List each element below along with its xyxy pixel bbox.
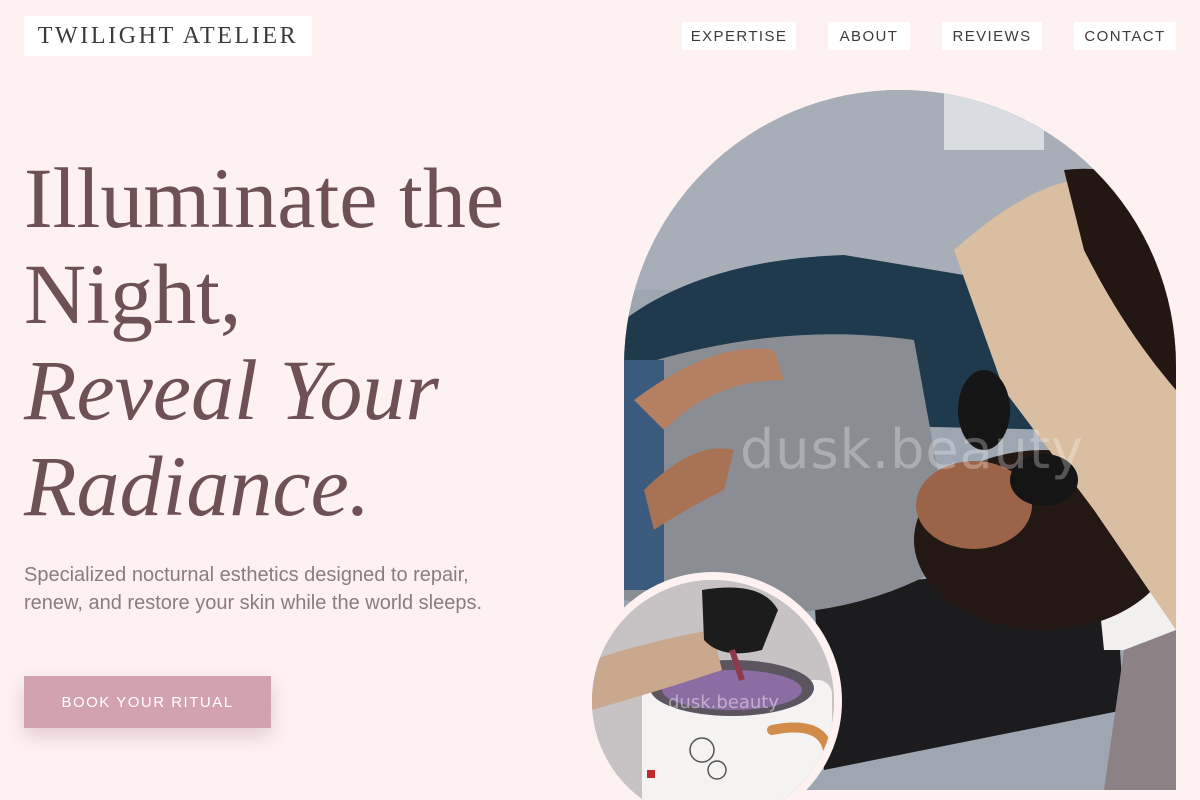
nav-expertise-link[interactable]: EXPERTISE bbox=[682, 22, 796, 50]
headline-line-1: Illuminate the bbox=[24, 150, 505, 246]
main-photo-watermark: dusk.beauty bbox=[740, 418, 1085, 481]
hero-headline: Illuminate the Night, Reveal Your Radian… bbox=[24, 150, 604, 534]
book-ritual-button[interactable]: BOOK YOUR RITUAL bbox=[24, 676, 271, 728]
headline-line-4: Radiance. bbox=[24, 438, 371, 534]
nav-contact-link[interactable]: CONTACT bbox=[1074, 22, 1176, 50]
headline-line-3: Reveal Your bbox=[24, 342, 439, 438]
nav-reviews-link[interactable]: REVIEWS bbox=[942, 22, 1042, 50]
headline-line-2: Night, bbox=[24, 246, 242, 342]
hero-subtext: Specialized nocturnal esthetics designed… bbox=[24, 564, 483, 614]
main-nav: EXPERTISE ABOUT REVIEWS CONTACT bbox=[0, 22, 1200, 50]
nav-about-link[interactable]: ABOUT bbox=[828, 22, 910, 50]
inset-photo-watermark: dusk.beauty bbox=[668, 692, 780, 713]
